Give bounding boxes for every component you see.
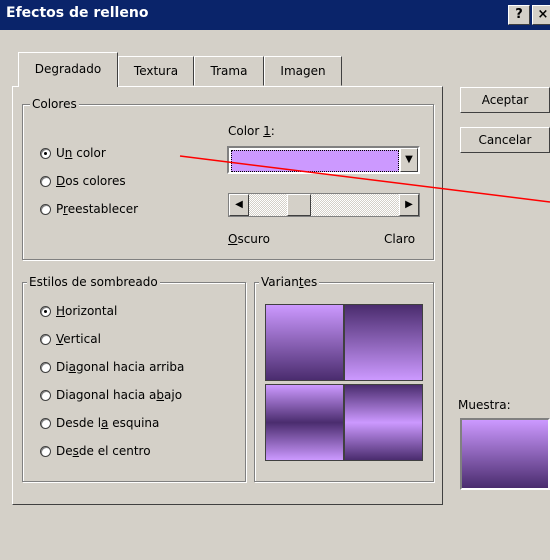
annotation-line bbox=[179, 155, 550, 203]
tab-degradado[interactable]: Degradado bbox=[18, 52, 118, 87]
tab-label: Degradado bbox=[34, 62, 102, 76]
